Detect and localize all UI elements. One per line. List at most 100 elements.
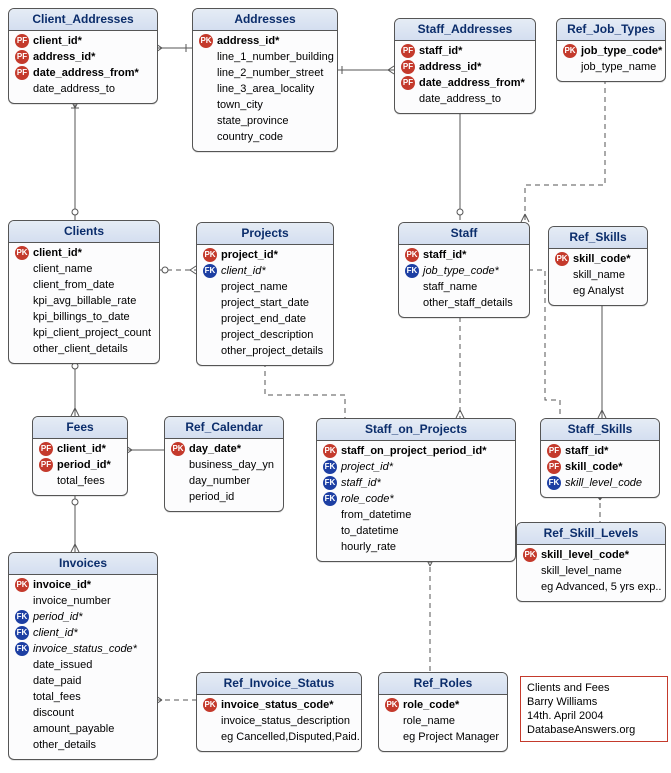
entity-fees: Fees PFclient_id*PFperiod_id*total_fees <box>32 416 128 496</box>
pf-icon: PF <box>39 458 53 472</box>
attribute-name: hourly_rate <box>341 539 396 555</box>
entity-body: PKrole_code*role_nameeg Project Manager <box>379 695 507 751</box>
no-key-spacer <box>15 674 29 688</box>
attribute-row: PFperiod_id* <box>39 457 121 473</box>
attribute-name: town_city <box>217 97 263 113</box>
entity-addresses: Addresses PKaddress_id*line_1_number_bui… <box>192 8 338 152</box>
entity-body: PKskill_level_code*skill_level_nameeg Ad… <box>517 545 665 601</box>
attribute-row: project_name <box>203 279 327 295</box>
attribute-name: job_type_code* <box>423 263 499 279</box>
attribute-row: date_address_to <box>15 81 151 97</box>
attribute-row: skill_level_name <box>523 563 659 579</box>
attribute-name: invoice_status_code* <box>33 641 137 657</box>
no-key-spacer <box>15 738 29 752</box>
attribute-row: other_details <box>15 737 151 753</box>
pk-icon: PK <box>405 248 419 262</box>
attribute-row: PKinvoice_status_code* <box>203 697 355 713</box>
attribute-row: PFskill_code* <box>547 459 653 475</box>
attribute-row: PKstaff_on_project_period_id* <box>323 443 509 459</box>
no-key-spacer <box>199 50 213 64</box>
entity-body: PFstaff_id*PFskill_code*FKskill_level_co… <box>541 441 659 497</box>
attribute-name: day_number <box>189 473 250 489</box>
attribute-row: PFdate_address_from* <box>15 65 151 81</box>
pf-icon: PF <box>401 60 415 74</box>
entity-ref-skill-levels: Ref_Skill_Levels PKskill_level_code*skil… <box>516 522 666 602</box>
attribute-row: FK job_type_code* <box>405 263 523 279</box>
no-key-spacer <box>39 474 53 488</box>
attribute-name: other_details <box>33 737 96 753</box>
no-key-spacer <box>555 268 569 282</box>
attribute-row: state_province <box>199 113 331 129</box>
attribute-name: staff_name <box>423 279 477 295</box>
pf-icon: PF <box>15 66 29 80</box>
fk-icon: FK <box>405 264 419 278</box>
entity-title: Staff <box>399 223 529 245</box>
entity-title: Clients <box>9 221 159 243</box>
attribute-name: eg Project Manager <box>403 729 499 745</box>
no-key-spacer <box>523 580 537 594</box>
attribute-row: other_client_details <box>15 341 153 357</box>
attribute-name: skill_code* <box>573 251 630 267</box>
attribute-name: role_code* <box>341 491 394 507</box>
pf-icon: PF <box>401 44 415 58</box>
attribute-row: PKday_date* <box>171 441 277 457</box>
attribute-row: total_fees <box>39 473 121 489</box>
no-key-spacer <box>563 60 577 74</box>
attribute-name: line_2_number_street <box>217 65 323 81</box>
attribute-row: day_number <box>171 473 277 489</box>
pk-icon: PK <box>555 252 569 266</box>
no-key-spacer <box>15 278 29 292</box>
entity-title: Ref_Job_Types <box>557 19 665 41</box>
attribute-name: project_end_date <box>221 311 306 327</box>
attribute-row: date_issued <box>15 657 151 673</box>
entity-title: Ref_Skills <box>549 227 647 249</box>
attribute-row: invoice_number <box>15 593 151 609</box>
attribute-row: PKrole_code* <box>385 697 501 713</box>
no-key-spacer <box>203 296 217 310</box>
entity-ref-skills: Ref_Skills PKskill_code*skill_nameeg Ana… <box>548 226 648 306</box>
attribute-row: date_paid <box>15 673 151 689</box>
attribute-name: role_code* <box>403 697 459 713</box>
attribute-row: business_day_yn <box>171 457 277 473</box>
attribute-name: from_datetime <box>341 507 411 523</box>
entity-client-addresses: Client_Addresses PFclient_id*PFaddress_i… <box>8 8 158 104</box>
attribute-row: eg Analyst <box>555 283 641 299</box>
no-key-spacer <box>15 722 29 736</box>
no-key-spacer <box>15 658 29 672</box>
attribute-name: eg Cancelled,Disputed,Paid. <box>221 729 360 745</box>
attribute-name: staff_id* <box>565 443 608 459</box>
pk-icon: PK <box>563 44 577 58</box>
no-key-spacer <box>15 294 29 308</box>
attribute-name: client_id* <box>33 625 78 641</box>
attribute-row: PK skill_code* <box>555 251 641 267</box>
fk-icon: FK <box>15 626 29 640</box>
attribute-name: address_id* <box>419 59 481 75</box>
entity-ref-roles: Ref_Roles PKrole_code*role_nameeg Projec… <box>378 672 508 752</box>
attribute-name: invoice_number <box>33 593 111 609</box>
entity-clients: Clients PKclient_id*client_nameclient_fr… <box>8 220 160 364</box>
entity-body: PKjob_type_code*job_type_name <box>557 41 665 81</box>
no-key-spacer <box>385 730 399 744</box>
attribute-row: project_description <box>203 327 327 343</box>
no-key-spacer <box>15 82 29 96</box>
no-key-spacer <box>401 92 415 106</box>
pf-icon: PF <box>39 442 53 456</box>
attribute-row: PFclient_id* <box>15 33 151 49</box>
no-key-spacer <box>323 524 337 538</box>
entity-title: Client_Addresses <box>9 9 157 31</box>
no-key-spacer <box>15 690 29 704</box>
no-key-spacer <box>199 114 213 128</box>
attribute-name: total_fees <box>33 689 81 705</box>
diagram-caption: Clients and Fees Barry Williams 14th. Ap… <box>520 676 668 742</box>
attribute-name: kpi_billings_to_date <box>33 309 130 325</box>
er-diagram-canvas: { "caption": { "line1": "Clients and Fee… <box>0 0 671 773</box>
attribute-name: client_id* <box>33 33 82 49</box>
attribute-name: project_description <box>221 327 313 343</box>
pf-icon: PF <box>15 50 29 64</box>
attribute-row: discount <box>15 705 151 721</box>
fk-icon: FK <box>15 642 29 656</box>
attribute-row: from_datetime <box>323 507 509 523</box>
entity-body: PKaddress_id*line_1_number_buildingline_… <box>193 31 337 151</box>
attribute-row: FKskill_level_code <box>547 475 653 491</box>
attribute-row: invoice_status_description <box>203 713 355 729</box>
